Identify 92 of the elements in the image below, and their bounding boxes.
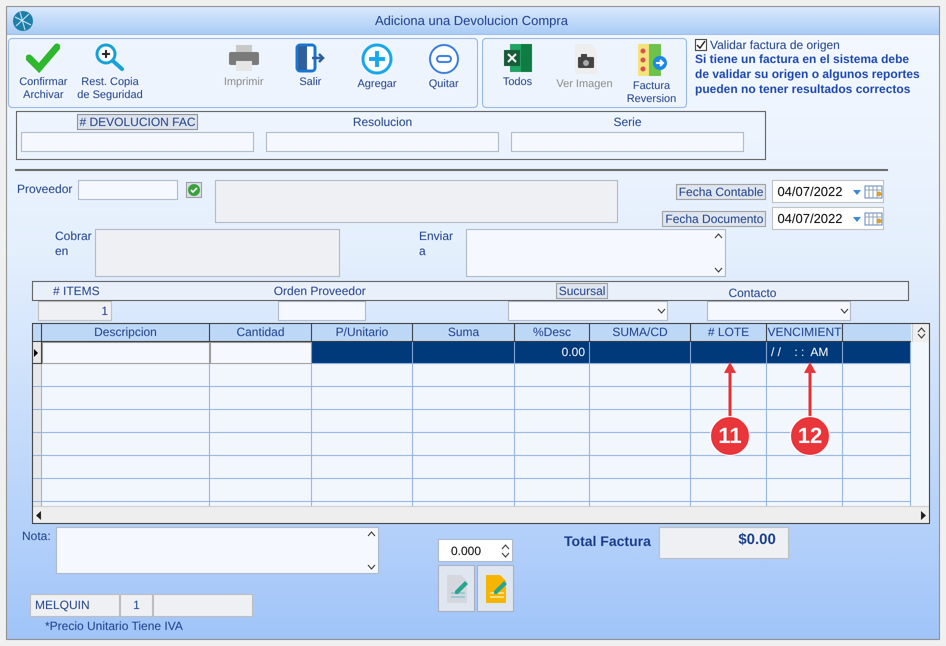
toolbar-button[interactable]: Salir bbox=[277, 39, 344, 107]
items-label: # ITEMS bbox=[53, 284, 100, 298]
enviar-field[interactable] bbox=[466, 229, 726, 277]
toolbar-button[interactable]: Confirmar Archivar bbox=[10, 39, 77, 107]
date-value: 04/07/2022 bbox=[777, 211, 843, 226]
orden-label: Orden Proveedor bbox=[274, 284, 366, 298]
printer-icon bbox=[226, 43, 261, 73]
field-label: # DEVOLUCION FAC bbox=[77, 114, 198, 130]
horizontal-scrollbar[interactable] bbox=[33, 506, 929, 523]
nota-label: Nota: bbox=[22, 529, 52, 544]
spin-down-icon[interactable] bbox=[500, 552, 510, 558]
scroll-down-icon[interactable] bbox=[366, 564, 376, 570]
scroll-down-icon[interactable] bbox=[916, 333, 926, 339]
table-cell[interactable] bbox=[210, 342, 312, 364]
callout-arrow bbox=[724, 362, 736, 416]
zoom-in-icon bbox=[94, 43, 126, 73]
proveedor-label: Proveedor bbox=[17, 182, 72, 197]
globe-logo-icon bbox=[12, 10, 34, 32]
date-value: 04/07/2022 bbox=[777, 184, 843, 199]
window-title: Adiciona una Devolucion Compra bbox=[374, 13, 569, 28]
scroll-up-icon[interactable] bbox=[366, 531, 376, 537]
toolbar-button[interactable]: Rest. Copia de Seguridad bbox=[76, 39, 144, 107]
scroll-left-icon[interactable] bbox=[36, 510, 42, 520]
spin-up-icon[interactable] bbox=[500, 544, 510, 550]
input-field[interactable] bbox=[511, 132, 744, 152]
callout-arrow bbox=[804, 362, 816, 416]
date-field[interactable]: 04/07/2022 bbox=[772, 180, 884, 203]
toolbar-button[interactable]: Todos bbox=[484, 39, 551, 107]
table-cell[interactable] bbox=[42, 342, 210, 364]
column-header[interactable]: %Desc bbox=[515, 324, 590, 342]
toolbar-button[interactable]: Factura Reversion bbox=[618, 39, 685, 107]
scroll-right-icon[interactable] bbox=[920, 510, 926, 520]
date-label: Fecha Documento bbox=[662, 210, 766, 226]
status-number: 1 bbox=[120, 594, 153, 617]
vertical-scrollbar[interactable] bbox=[912, 324, 929, 342]
enviar-label: Enviar a bbox=[419, 229, 454, 259]
date-label: Fecha Contable bbox=[676, 184, 766, 200]
calendar-icon[interactable] bbox=[851, 184, 884, 198]
toolbar-button[interactable]: Quitar bbox=[410, 39, 478, 107]
table-cell[interactable] bbox=[590, 342, 691, 364]
total-value: $0.00 bbox=[658, 527, 789, 559]
remove-icon bbox=[428, 43, 460, 75]
input-field[interactable] bbox=[21, 132, 254, 152]
scroll-up-icon[interactable] bbox=[916, 327, 926, 333]
table-cell[interactable]: 0.00 bbox=[515, 342, 590, 364]
validate-checkbox[interactable]: Validar factura de origen bbox=[695, 38, 920, 52]
confirm-icon[interactable] bbox=[186, 182, 202, 198]
total-label: Total Factura bbox=[564, 533, 651, 549]
cobrar-label: Cobrar en bbox=[55, 229, 93, 259]
orden-field[interactable] bbox=[278, 301, 366, 321]
table-cell[interactable] bbox=[691, 342, 767, 364]
calendar-icon[interactable] bbox=[851, 212, 884, 226]
scroll-up-icon[interactable] bbox=[714, 233, 722, 239]
callout-badge: 11 bbox=[710, 416, 750, 456]
checkmark-icon bbox=[26, 43, 60, 73]
column-header[interactable]: Cantidad bbox=[210, 324, 312, 342]
table-cell[interactable]: / / : : AM bbox=[767, 342, 843, 364]
field-label: Resolucion bbox=[352, 114, 414, 130]
column-header[interactable]: P/Unitario bbox=[312, 324, 413, 342]
document-arrow-icon bbox=[636, 43, 668, 77]
add-icon bbox=[361, 43, 394, 75]
column-header[interactable]: Descripcion bbox=[42, 324, 210, 342]
column-header[interactable]: VENCIMIENT bbox=[767, 324, 843, 342]
spinner-value: 0.000 bbox=[451, 544, 482, 558]
nota-field[interactable] bbox=[56, 527, 379, 574]
proveedor-field[interactable] bbox=[78, 180, 178, 200]
callout-badge: 12 bbox=[790, 416, 830, 456]
user-name: MELQUIN bbox=[30, 594, 120, 617]
column-header[interactable]: SUMA/CD bbox=[590, 324, 691, 342]
table-cell[interactable] bbox=[312, 342, 413, 364]
validation-note: Si tiene un factura en el sistema debe de validar su origen o algunos reportes pueden no tener resultados correctos bbox=[695, 52, 920, 97]
sucursal-label: Sucursal bbox=[556, 283, 608, 299]
table-cell[interactable] bbox=[843, 342, 911, 364]
checkbox[interactable] bbox=[695, 39, 707, 51]
footnote: *Precio Unitario Tiene IVA bbox=[45, 619, 184, 634]
items-count: 1 bbox=[38, 301, 112, 321]
field-label: Serie bbox=[612, 114, 642, 130]
scroll-down-icon[interactable] bbox=[714, 267, 722, 273]
exit-door-icon bbox=[294, 43, 326, 73]
dropdown-caret-icon[interactable] bbox=[657, 308, 666, 314]
column-header[interactable]: # LOTE bbox=[691, 324, 767, 342]
toolbar-button[interactable]: Agregar bbox=[344, 39, 410, 107]
spreadsheet-icon bbox=[502, 43, 534, 73]
row-indicator[interactable] bbox=[33, 342, 42, 364]
dropdown-caret-icon[interactable] bbox=[840, 308, 849, 314]
quantity-spinner[interactable]: 0.000 bbox=[438, 539, 513, 562]
date-field[interactable]: 04/07/2022 bbox=[772, 207, 884, 230]
checkbox-label: Validar factura de origen bbox=[710, 38, 840, 52]
contacto-label: Contacto bbox=[728, 286, 776, 300]
column-header[interactable]: Suma bbox=[413, 324, 515, 342]
input-field[interactable] bbox=[266, 132, 499, 152]
table-cell[interactable] bbox=[413, 342, 515, 364]
